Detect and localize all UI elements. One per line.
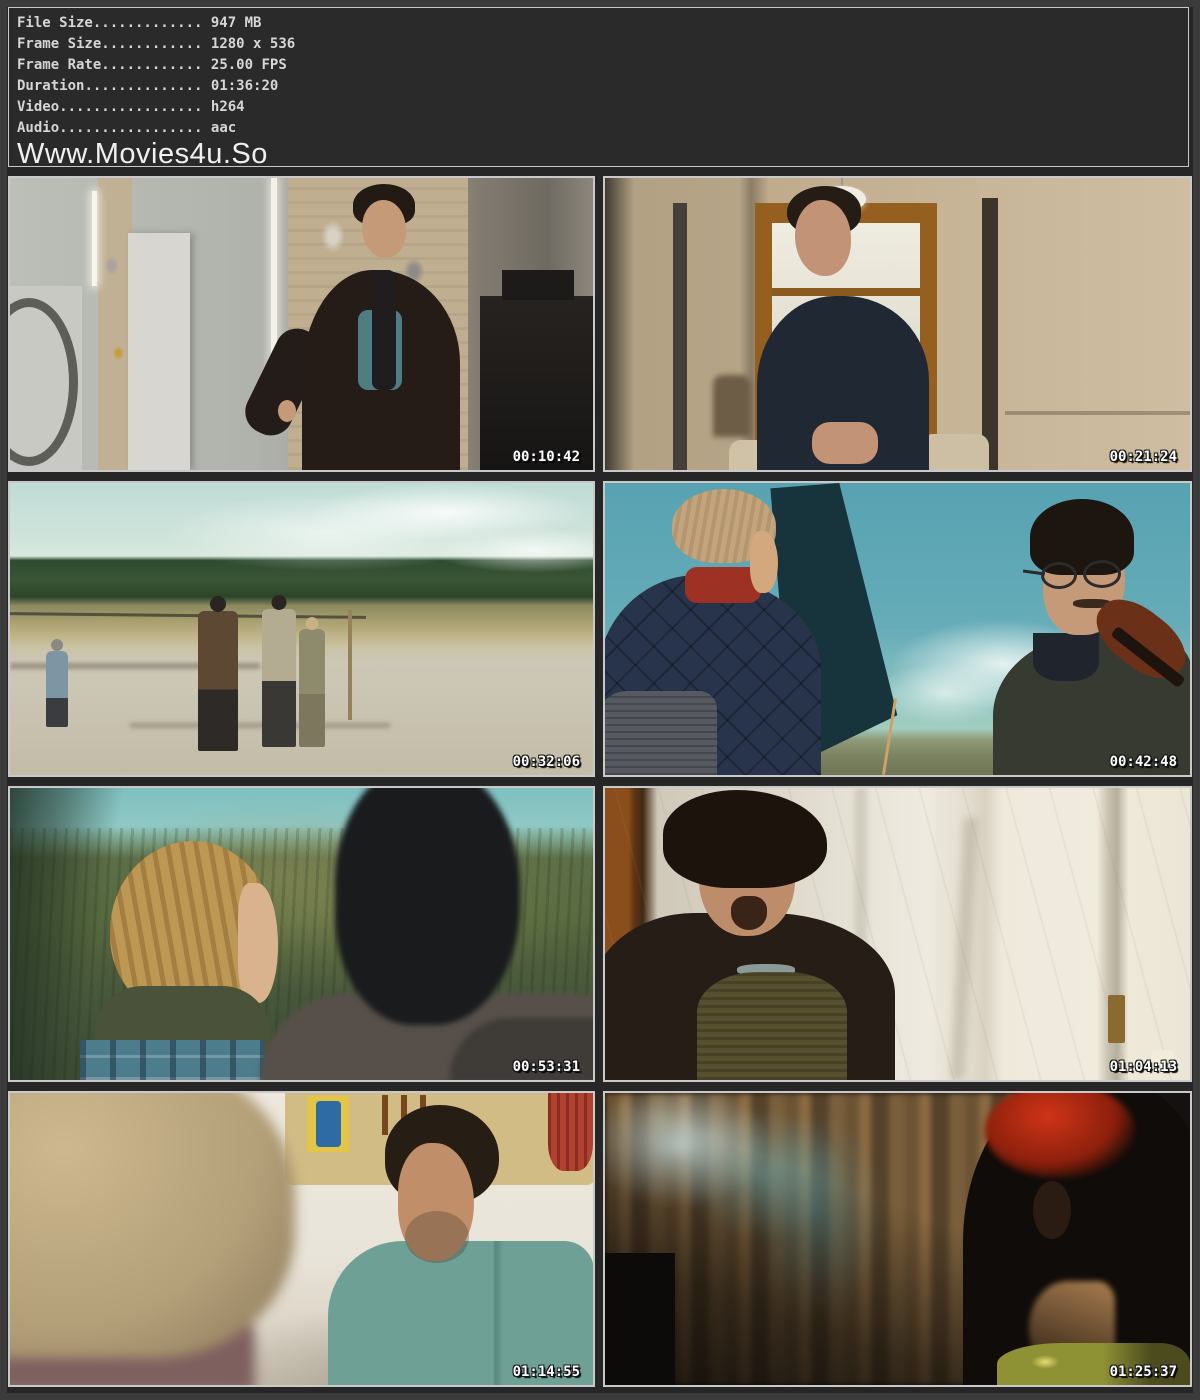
figure-messy-hair (663, 790, 827, 888)
timestamp-overlay: 00:32:06 (513, 754, 580, 770)
info-label: Frame Rate (17, 57, 101, 73)
dot-leader: ............ (101, 57, 202, 73)
info-value: 25.00 FPS (211, 57, 287, 73)
screenshot-thumb-8: 01:25:37 (603, 1091, 1192, 1387)
info-line-framerate: Frame Rate............ 25.00 FPS (17, 55, 1178, 76)
info-label: Audio (17, 120, 59, 136)
info-line-audio: Audio................. aac (17, 118, 1178, 139)
figure-knit-sleeve (605, 691, 717, 775)
dot-leader: ................. (59, 120, 202, 136)
figure-scarf (372, 270, 396, 390)
timestamp-overlay: 00:42:48 (1110, 754, 1177, 770)
violinist-hair (1030, 499, 1134, 575)
woman-profile-face (238, 883, 278, 1003)
info-line-video: Video................. h264 (17, 97, 1178, 118)
silhouette-ear (1033, 1181, 1071, 1239)
glasses-left-lens (1041, 562, 1077, 589)
dot-leader: .............. (84, 78, 202, 94)
figure-blue-jacket (46, 651, 68, 727)
figure-knit-sweater (697, 972, 847, 1080)
shelf-box (502, 270, 574, 300)
page-background: File Size............. 947 MB Frame Size… (7, 7, 1193, 1393)
screenshot-grid: 00:10:42 00:21:24 (8, 176, 1192, 1387)
wall-wainscot-line (1005, 411, 1190, 415)
timestamp-overlay: 00:21:24 (1110, 449, 1177, 465)
info-line-duration: Duration.............. 01:36:20 (17, 76, 1178, 97)
scene-marble-hallway: 01:04:13 (605, 788, 1190, 1080)
dot-leader: ............ (101, 36, 202, 52)
woman-blonde-hair-back (10, 1093, 295, 1358)
timestamp-overlay: 00:10:42 (513, 449, 580, 465)
timestamp-overlay: 01:04:13 (1110, 1059, 1177, 1075)
sand-shadow (130, 723, 390, 728)
info-label: Video (17, 99, 59, 115)
brick-pillar-left (98, 178, 132, 470)
transom-bar (772, 288, 920, 296)
violinist-collar (1033, 633, 1099, 681)
woman-plaid-jacket (80, 1040, 265, 1080)
dark-strip-right (982, 198, 998, 470)
screenshot-thumb-4: 00:42:48 (603, 481, 1192, 777)
info-value: h264 (211, 99, 245, 115)
figure-beige-sweater (262, 609, 296, 747)
info-label: Frame Size (17, 36, 101, 52)
background-chair (713, 375, 751, 437)
screenshot-thumb-1: 00:10:42 (8, 176, 595, 472)
figure-clasped-hands (812, 422, 878, 464)
media-info-panel: File Size............. 947 MB Frame Size… (8, 7, 1189, 167)
scene-seated-man: 00:21:24 (605, 178, 1190, 470)
figure-face-edge (750, 531, 778, 593)
figure-face (362, 200, 406, 258)
timestamp-overlay: 01:25:37 (1110, 1364, 1177, 1380)
glasses-right-lens (1083, 560, 1121, 588)
dark-shelf-unit (480, 296, 593, 470)
info-line-filesize: File Size............. 947 MB (17, 13, 1178, 34)
dark-furniture (605, 1253, 675, 1385)
white-column (128, 233, 190, 470)
figure-goatee (731, 896, 767, 930)
figure-face (795, 200, 851, 276)
info-value: 1280 x 536 (211, 36, 295, 52)
net-pole (348, 610, 352, 720)
timestamp-overlay: 01:14:55 (513, 1364, 580, 1380)
marble-vein (950, 818, 978, 1080)
screenshot-thumb-6: 01:04:13 (603, 786, 1192, 1082)
man-dark-hair (335, 788, 520, 1025)
info-value: aac (211, 120, 236, 136)
info-value: 01:36:20 (211, 78, 278, 94)
scene-table-conversation: 01:14:55 (10, 1093, 593, 1385)
figure-hand (278, 400, 296, 422)
artwork-blue-figure (316, 1101, 341, 1147)
scene-beach-volleyball: 00:32:06 (10, 483, 593, 775)
scene-dune-profile: 00:53:31 (10, 788, 593, 1080)
dot-leader: ................. (59, 99, 202, 115)
artwork-red-patch (548, 1093, 593, 1171)
man-stubble (405, 1211, 469, 1263)
screenshot-thumb-7: 01:14:55 (8, 1091, 595, 1387)
info-value: 947 MB (211, 15, 262, 31)
site-watermark: Www.Movies4u.So (17, 139, 1178, 169)
figure-brown-coat (198, 611, 238, 751)
scene-red-lit-silhouette: 01:25:37 (605, 1093, 1190, 1385)
light-strip (92, 191, 97, 286)
info-label: Duration (17, 78, 84, 94)
dark-strip-left (673, 203, 687, 470)
dot-leader: ............. (93, 15, 203, 31)
timestamp-overlay: 00:53:31 (513, 1059, 580, 1075)
screenshot-thumb-3: 00:32:06 (8, 481, 595, 777)
info-label: File Size (17, 15, 93, 31)
figure-olive-woman (299, 629, 325, 747)
info-line-framesize: Frame Size............ 1280 x 536 (17, 34, 1178, 55)
scene-loft-man: 00:10:42 (10, 178, 593, 470)
screenshot-thumb-2: 00:21:24 (603, 176, 1192, 472)
scene-flag-violinist: 00:42:48 (605, 483, 1190, 775)
armchair-right (921, 434, 989, 470)
screenshot-thumb-5: 00:53:31 (8, 786, 595, 1082)
brass-door-plate (1108, 995, 1125, 1043)
